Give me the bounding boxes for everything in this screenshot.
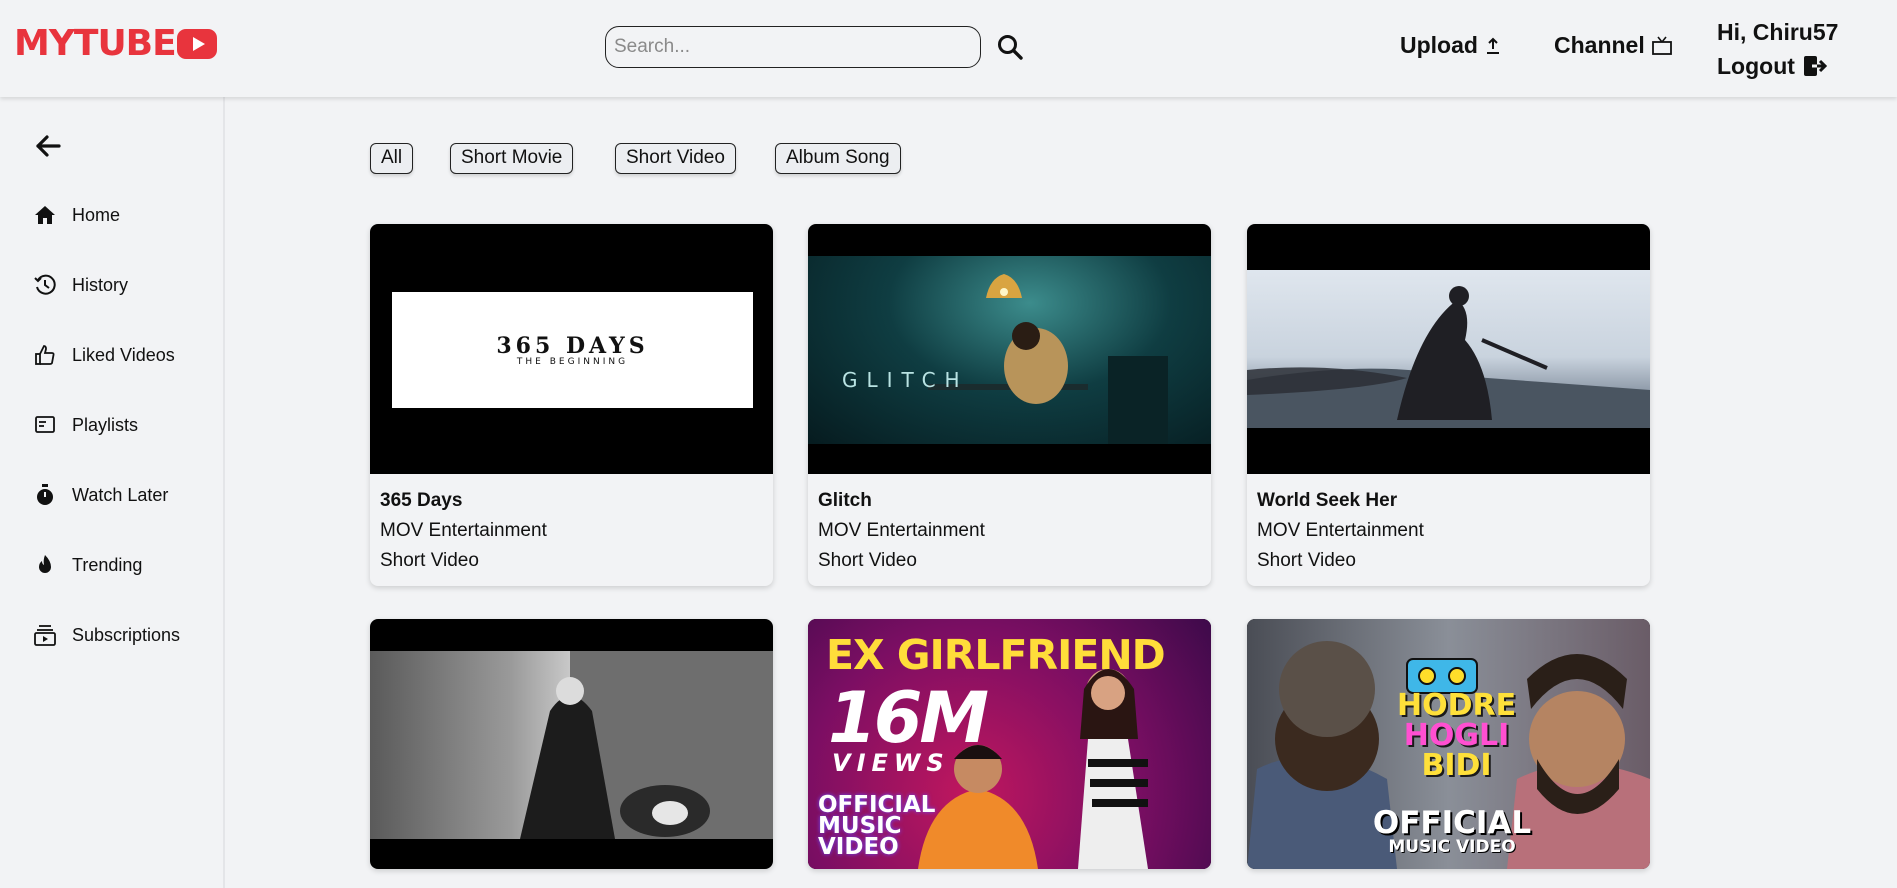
thumbnail-scene: GLITCH bbox=[808, 256, 1211, 444]
video-card[interactable]: GLITCH Glitch MOV Entertainment Short Vi… bbox=[808, 224, 1211, 586]
video-thumbnail: EX GIRLFRIEND 16M VIEWS OFFICIAL MUSIC V… bbox=[808, 619, 1211, 869]
video-title: Glitch bbox=[818, 490, 872, 511]
sidebar-item-label: Watch Later bbox=[72, 484, 169, 505]
mytube-logo[interactable]: MYTUBE bbox=[14, 24, 217, 64]
thumbnail-title-panel: 365 DAYS THE BEGINNING bbox=[392, 292, 753, 408]
thumbnail-views-text: VIEWS bbox=[832, 749, 950, 777]
thumbnail-title-line1: HODRE bbox=[1397, 688, 1517, 723]
filter-chip-short-movie[interactable]: Short Movie bbox=[450, 143, 574, 174]
logout-icon bbox=[1803, 56, 1827, 76]
video-meta: World Seek Her MOV Entertainment Short V… bbox=[1247, 474, 1650, 586]
thumbnail-text: 365 DAYS bbox=[496, 333, 649, 359]
play-button-icon bbox=[176, 29, 217, 59]
sidebar-item-label: Trending bbox=[72, 554, 143, 575]
sidebar-item-home[interactable]: Home bbox=[34, 200, 120, 230]
channel-label: Channel bbox=[1554, 32, 1645, 58]
sidebar-item-playlists[interactable]: Playlists bbox=[34, 410, 138, 440]
filter-chip-all[interactable]: All bbox=[370, 143, 414, 174]
video-meta: Glitch MOV Entertainment Short Video bbox=[808, 474, 1211, 586]
sidebar-item-trending[interactable]: Trending bbox=[34, 550, 142, 580]
video-card[interactable]: 365 DAYS THE BEGINNING 365 Days MOV Ente… bbox=[370, 224, 773, 586]
user-greeting: Hi, Chiru57 bbox=[1717, 19, 1839, 45]
sidebar-item-label: Playlists bbox=[72, 414, 139, 435]
logo-text: MYTUBE bbox=[14, 23, 177, 64]
thumbnail-scene: HODRE HOGLI BIDI OFFICIAL MUSIC VIDEO bbox=[1247, 619, 1650, 869]
upload-icon bbox=[1486, 37, 1499, 54]
thumbnail-official-line3: VIDEO bbox=[818, 834, 899, 860]
sidebar-item-label: Home bbox=[72, 204, 121, 225]
sidebar-item-label: Liked Videos bbox=[72, 344, 175, 365]
video-card[interactable]: World Seek Her MOV Entertainment Short V… bbox=[1247, 224, 1650, 586]
subscriptions-icon bbox=[34, 624, 56, 646]
stopwatch-icon bbox=[34, 484, 56, 506]
thumbs-up-icon bbox=[34, 344, 56, 366]
video-thumbnail: HODRE HOGLI BIDI OFFICIAL MUSIC VIDEO bbox=[1247, 619, 1650, 869]
upload-label: Upload bbox=[1400, 32, 1478, 58]
video-thumbnail bbox=[1247, 224, 1650, 474]
thumbnail-title-art: HODRE HOGLI BIDI bbox=[1397, 691, 1516, 781]
video-category: Short Video bbox=[1257, 550, 1356, 571]
video-thumbnail: GLITCH bbox=[808, 224, 1211, 474]
thumbnail-scene bbox=[370, 651, 773, 839]
video-thumbnail: 365 DAYS THE BEGINNING bbox=[370, 224, 773, 474]
video-channel: MOV Entertainment bbox=[818, 520, 985, 541]
back-arrow-icon[interactable] bbox=[34, 132, 62, 160]
thumbnail-title-line3: BIDI bbox=[1421, 748, 1492, 783]
search-icon[interactable] bbox=[995, 32, 1025, 62]
history-icon bbox=[34, 274, 56, 296]
video-thumbnail bbox=[370, 619, 773, 869]
tv-icon bbox=[1651, 36, 1672, 55]
video-card[interactable]: EX GIRLFRIEND 16M VIEWS OFFICIAL MUSIC V… bbox=[808, 619, 1211, 869]
video-title: World Seek Her bbox=[1257, 490, 1398, 511]
user-block: Hi, Chiru57 Logout bbox=[1717, 15, 1838, 83]
thumbnail-text: GLITCH bbox=[842, 368, 969, 392]
channel-link[interactable]: Channel bbox=[1554, 32, 1673, 59]
thumbnail-headline: EX GIRLFRIEND bbox=[826, 631, 1166, 679]
thumbnail-title-line2: HOGLI bbox=[1403, 718, 1510, 753]
video-category: Short Video bbox=[380, 550, 479, 571]
playlist-icon bbox=[34, 414, 56, 436]
search-bar bbox=[605, 26, 1025, 68]
thumbnail-view-count: 16M bbox=[828, 677, 989, 759]
thumbnail-subtext: THE BEGINNING bbox=[516, 357, 629, 367]
video-card[interactable]: HODRE HOGLI BIDI OFFICIAL MUSIC VIDEO bbox=[1247, 619, 1650, 869]
sidebar-item-label: History bbox=[72, 274, 129, 295]
video-category: Short Video bbox=[818, 550, 917, 571]
filter-chip-short-video[interactable]: Short Video bbox=[615, 143, 736, 174]
search-input[interactable] bbox=[605, 26, 981, 68]
sidebar-item-liked-videos[interactable]: Liked Videos bbox=[34, 340, 175, 370]
video-channel: MOV Entertainment bbox=[1257, 520, 1424, 541]
sidebar-item-subscriptions[interactable]: Subscriptions bbox=[34, 620, 180, 650]
home-icon bbox=[34, 204, 56, 226]
video-meta: 365 Days MOV Entertainment Short Video bbox=[370, 474, 773, 586]
filter-chip-album-song[interactable]: Album Song bbox=[775, 143, 901, 174]
video-card[interactable] bbox=[370, 619, 773, 869]
thumbnail-official-text: OFFICIAL bbox=[1372, 805, 1532, 841]
sidebar-item-label: Subscriptions bbox=[72, 624, 181, 645]
thumbnail-official-text: OFFICIAL MUSIC VIDEO bbox=[818, 794, 935, 860]
thumbnail-scene: EX GIRLFRIEND 16M VIEWS OFFICIAL MUSIC V… bbox=[808, 619, 1211, 869]
upload-link[interactable]: Upload bbox=[1400, 32, 1502, 59]
thumbnail-music-video-text: MUSIC VIDEO bbox=[1388, 837, 1516, 857]
video-channel: MOV Entertainment bbox=[380, 520, 547, 541]
logout-label: Logout bbox=[1717, 53, 1795, 79]
sidebar-item-watch-later[interactable]: Watch Later bbox=[34, 480, 168, 510]
top-header: MYTUBE Upload Channel Hi, Chiru57 L bbox=[0, 0, 1897, 97]
flame-icon bbox=[34, 554, 56, 576]
sidebar-item-history[interactable]: History bbox=[34, 270, 128, 300]
logout-button[interactable]: Logout bbox=[1717, 49, 1838, 83]
thumbnail-scene bbox=[1247, 270, 1650, 428]
video-title: 365 Days bbox=[380, 490, 463, 511]
